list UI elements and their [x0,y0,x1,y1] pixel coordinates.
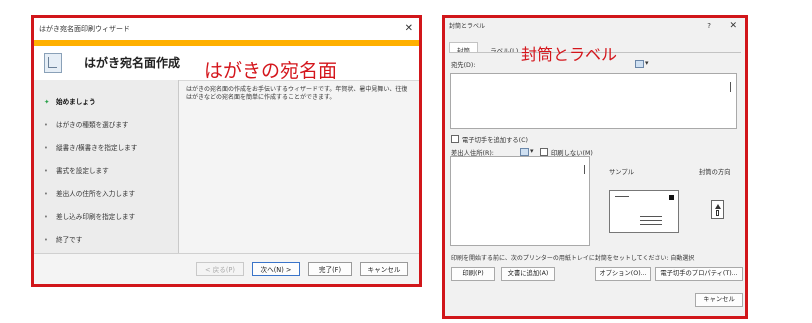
step-bullet-icon: • [44,121,48,129]
wizard-steps-pane: ✦ 始めましょう • はがきの種類を選びます • 縦書き/横書きを指定します • 書式を… [34,80,178,254]
dialog-callout-label: 封筒とラベル [521,45,618,64]
envelope-label-dialog: 封筒とラベル ? ✕ 封筒 ラベル(L) 封筒とラベル 宛先(D): ▾ 電子切… [442,15,748,319]
wizard-step-format[interactable]: • 書式を設定します [44,165,109,175]
return-address-book-icon[interactable] [520,148,529,156]
feed-direction-label: 封筒の方向 [699,169,731,176]
wizard-step-label: 差し込み印刷を指定します [56,213,136,221]
preview-stamp-icon [669,195,674,200]
next-button[interactable]: 次へ(N) > [252,262,300,276]
wizard-step-sender[interactable]: • 差出人の住所を入力します [44,188,135,198]
wizard-footer: < 戻る(P) 次へ(N) > 完了(F) キャンセル [34,253,419,284]
wizard-titlebar: はがき宛名面印刷ウィザード ✕ [34,18,419,40]
preview-address-line [640,224,662,225]
step-bullet-icon: • [44,236,48,244]
wizard-window-title: はがき宛名面印刷ウィザード [39,25,130,33]
add-postage-checkbox-box [451,135,459,143]
delivery-address-input[interactable] [450,73,737,129]
wizard-header-title: はがき宛名面作成 [84,56,181,70]
dialog-window-title: 封筒とラベル [449,23,486,30]
preview-address-line [640,216,662,217]
cancel-button[interactable]: キャンセル [360,262,408,276]
help-icon[interactable]: ? [707,18,711,35]
dialog-titlebar: 封筒とラベル ? ✕ [445,18,745,35]
add-postage-checkbox[interactable]: 電子切手を追加する(C) [451,135,528,144]
wizard-step-card-type[interactable]: • はがきの種類を選びます [44,119,129,129]
step-bullet-icon: • [44,167,48,175]
wizard-step-orientation[interactable]: • 縦書き/横書きを指定します [44,142,137,152]
wizard-step-label: 始めましょう [56,98,96,106]
return-address-input[interactable] [450,156,590,246]
wizard-step-start[interactable]: ✦ 始めましょう [44,96,96,106]
wizard-step-label: 書式を設定します [56,167,109,175]
wizard-step-finish[interactable]: • 終了です [44,234,82,244]
hagaki-wizard-window: はがき宛名面印刷ウィザード ✕ はがき宛名面作成 はがきの宛名面 ✦ 始めましょう… [31,15,422,287]
feed-arrow-icon [715,204,721,209]
wizard-pane-divider [178,80,179,254]
text-cursor [730,82,731,92]
sample-label: サンプル [609,169,634,176]
wizard-step-label: 差出人の住所を入力します [56,190,136,198]
active-step-icon: ✦ [44,98,50,106]
finish-button[interactable]: 完了(F) [308,262,352,276]
delivery-address-label: 宛先(D): [451,62,476,69]
wizard-step-label: 縦書き/横書きを指定します [56,144,138,152]
add-to-document-button[interactable]: 文書に追加(A) [501,267,555,281]
dialog-footer: キャンセル [445,288,745,316]
options-button[interactable]: オプション(O)... [595,267,651,281]
wizard-step-merge[interactable]: • 差し込み印刷を指定します [44,211,135,221]
preview-address-line [640,220,662,221]
step-bullet-icon: • [44,144,48,152]
wizard-step-label: 終了です [56,236,83,244]
postage-properties-button[interactable]: 電子切手のプロパティ(T)... [655,267,743,281]
wizard-close-icon[interactable]: ✕ [405,18,413,40]
wizard-description: はがきの宛名面の作成をお手伝いするウィザードです。年賀状、暑中見舞い、往復はがき… [186,86,408,101]
printer-status-text: 印刷を開始する前に、次のプリンターの用紙トレイに封筒をセットしてください: 自動… [451,255,695,262]
dialog-cancel-button[interactable]: キャンセル [695,293,743,307]
address-book-icon[interactable] [635,60,644,68]
feed-direction-icon[interactable] [711,200,724,219]
preview-return-line [615,196,629,197]
wizard-step-label: はがきの種類を選びます [56,121,129,129]
postcard-icon [44,53,62,73]
dialog-close-icon[interactable]: ✕ [729,18,737,35]
step-bullet-icon: • [44,213,48,221]
step-bullet-icon: • [44,190,48,198]
text-cursor [584,165,585,174]
address-book-dropdown-icon[interactable]: ▾ [645,59,649,67]
feed-envelope-icon [716,210,719,216]
wizard-callout-label: はがきの宛名面 [204,60,338,82]
dialog-tabs: 封筒 ラベル(L) [449,38,525,57]
envelope-preview[interactable] [609,190,679,233]
omit-checkbox-box [540,148,548,156]
add-postage-label: 電子切手を追加する(C) [462,137,528,144]
return-address-dropdown-icon[interactable]: ▾ [530,147,534,155]
back-button[interactable]: < 戻る(P) [196,262,244,276]
print-button[interactable]: 印刷(P) [451,267,495,281]
